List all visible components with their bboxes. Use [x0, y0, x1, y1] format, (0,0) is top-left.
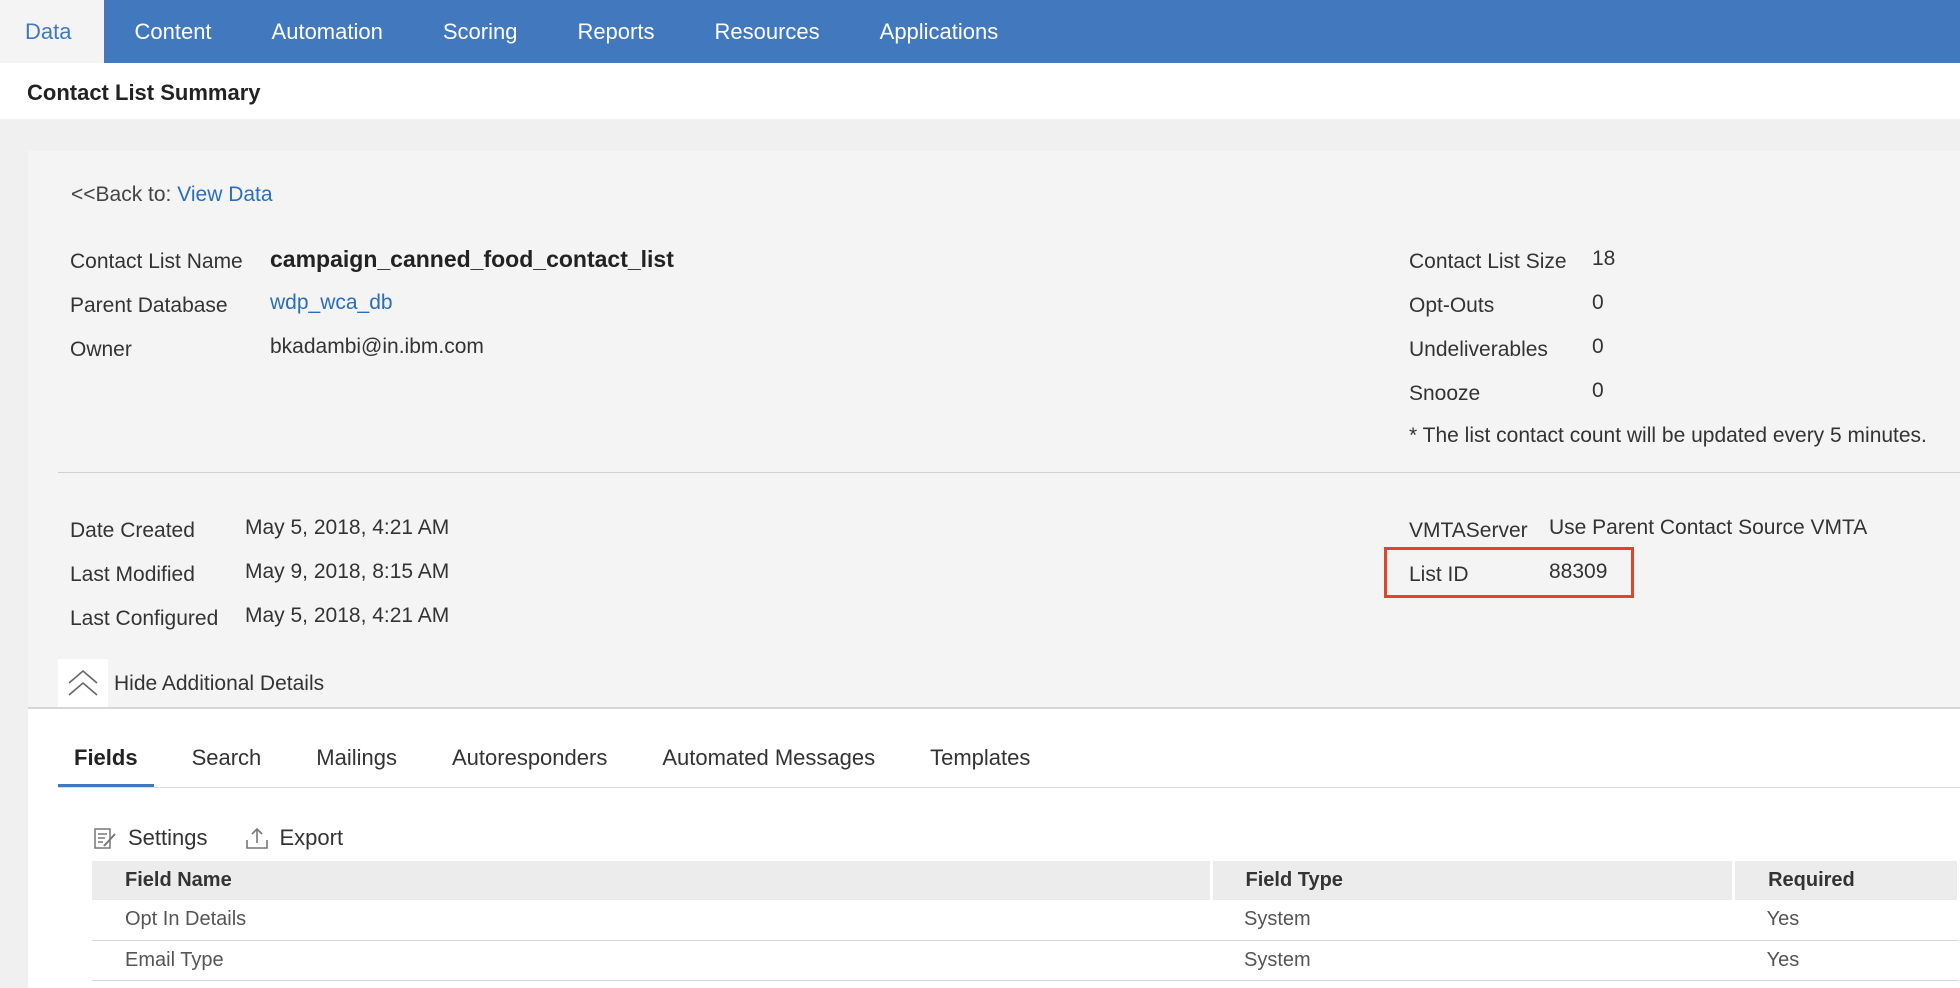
- settings-button[interactable]: Settings: [92, 825, 208, 851]
- table-row[interactable]: Email Type System Yes: [92, 940, 1959, 981]
- cell-field-name: Opt In Details: [92, 900, 1211, 941]
- cell-field-type: System: [1211, 900, 1734, 941]
- count-note: * The list contact count will be updated…: [1409, 424, 1927, 447]
- subtab-templates[interactable]: Templates: [930, 730, 1030, 787]
- last-configured-label: Last Configured: [70, 607, 219, 630]
- double-chevron-up-icon: [68, 669, 98, 696]
- header-field-type[interactable]: Field Type: [1211, 861, 1736, 900]
- list-subtabs: Fields Search Mailings Autoresponders Au…: [58, 730, 1085, 787]
- fields-toolbar: Settings Export: [92, 825, 379, 851]
- parent-database-label: Parent Database: [70, 294, 228, 317]
- last-modified-value: May 9, 2018, 8:15 AM: [245, 560, 450, 583]
- settings-edit-icon: [94, 828, 116, 849]
- nav-tab-reports[interactable]: Reports: [547, 0, 684, 63]
- cell-required: Yes: [1733, 900, 1959, 941]
- view-data-link[interactable]: View Data: [177, 183, 272, 206]
- opt-outs-label: Opt-Outs: [1409, 294, 1495, 317]
- header-field-name[interactable]: Field Name: [92, 861, 1213, 900]
- subtab-underline: [58, 787, 1960, 788]
- upload-icon: [245, 827, 268, 849]
- nav-tab-scoring[interactable]: Scoring: [413, 0, 548, 63]
- subtab-autoresponders[interactable]: Autoresponders: [452, 730, 607, 787]
- last-configured-value: May 5, 2018, 4:21 AM: [245, 604, 450, 627]
- page-title: Contact List Summary: [27, 80, 261, 105]
- section-divider: [58, 472, 1960, 473]
- settings-label: Settings: [128, 825, 208, 850]
- vmta-server-label: VMTAServer: [1409, 519, 1528, 542]
- top-nav: Data Content Automation Scoring Reports …: [0, 0, 1960, 63]
- nav-tab-resources[interactable]: Resources: [684, 0, 849, 63]
- owner-label: Owner: [70, 338, 132, 361]
- cell-field-name: Email Type: [92, 940, 1211, 981]
- back-link-row: <<Back to: View Data: [71, 183, 273, 207]
- owner-value: bkadambi@in.ibm.com: [270, 335, 484, 358]
- undeliverables-value: 0: [1592, 335, 1604, 358]
- contact-list-size-label: Contact List Size: [1409, 250, 1567, 273]
- nav-tab-automation[interactable]: Automation: [242, 0, 413, 63]
- nav-tab-data[interactable]: Data: [0, 0, 105, 63]
- fields-table: Field Name Field Type Required Opt In De…: [92, 861, 1960, 981]
- contact-list-name-value: campaign_canned_food_contact_list: [270, 246, 674, 272]
- export-button[interactable]: Export: [244, 825, 344, 851]
- table-header-row: Field Name Field Type Required: [92, 861, 1960, 900]
- list-id-highlight: [1384, 547, 1634, 598]
- hide-details-label[interactable]: Hide Additional Details: [114, 672, 324, 696]
- opt-outs-value: 0: [1592, 291, 1604, 314]
- contact-list-size-value: 18: [1592, 247, 1616, 270]
- snooze-value: 0: [1592, 379, 1604, 402]
- subtab-fields[interactable]: Fields: [58, 730, 154, 787]
- table-row[interactable]: Opt In Details System Yes: [92, 900, 1959, 941]
- header-required[interactable]: Required: [1733, 861, 1960, 900]
- date-created-value: May 5, 2018, 4:21 AM: [245, 516, 450, 539]
- snooze-label: Snooze: [1409, 382, 1481, 405]
- collapse-details-button[interactable]: [58, 659, 108, 707]
- contact-list-name-label: Contact List Name: [70, 250, 243, 273]
- parent-database-link[interactable]: wdp_wca_db: [270, 291, 393, 315]
- undeliverables-label: Undeliverables: [1409, 338, 1548, 361]
- nav-tab-content[interactable]: Content: [104, 0, 241, 63]
- subtab-search[interactable]: Search: [192, 730, 262, 787]
- subtab-automated-messages[interactable]: Automated Messages: [662, 730, 875, 787]
- export-label: Export: [279, 825, 344, 850]
- title-bar: Contact List Summary: [0, 63, 1960, 119]
- vmta-server-value: Use Parent Contact Source VMTA: [1549, 516, 1868, 539]
- subtab-mailings[interactable]: Mailings: [316, 730, 397, 787]
- back-prefix: <<Back to:: [71, 183, 178, 206]
- cell-field-type: System: [1211, 940, 1734, 981]
- last-modified-label: Last Modified: [70, 563, 195, 586]
- cell-required: Yes: [1733, 940, 1959, 981]
- nav-tab-applications[interactable]: Applications: [850, 0, 1029, 63]
- date-created-label: Date Created: [70, 519, 195, 542]
